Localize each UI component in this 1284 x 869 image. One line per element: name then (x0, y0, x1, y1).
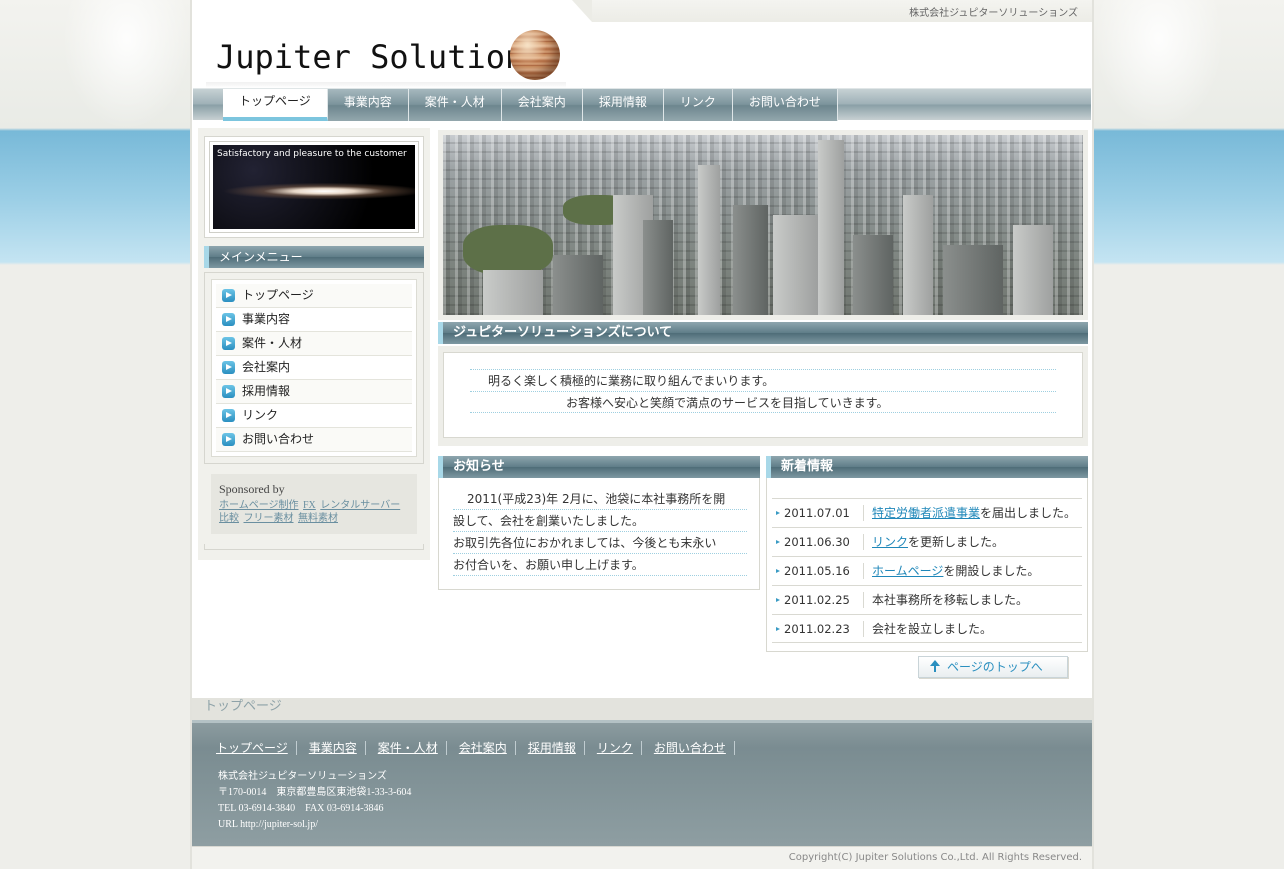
footer-link-contact[interactable]: お問い合わせ (654, 741, 735, 755)
footer-company-info: 株式会社ジュピターソリューションズ 〒170-0014 東京都豊島区東池袋1-3… (218, 769, 411, 833)
news-line: お付合いを、お願い申し上げます。 (453, 554, 747, 576)
whats-new-text: 会社を設立しました。 (872, 622, 993, 636)
left-sidebar: Satisfactory and pleasure to the custome… (198, 128, 430, 560)
main-menu-list: トップページ 事業内容 案件・人材 会社案内 採用情報 リンク お問い合わせ (211, 279, 417, 457)
sponsor-link-free-material[interactable]: 無料素材 (298, 513, 338, 524)
sponsor-links: ホームページ制作 FX レンタルサーバー比較 フリー素材 無料素材 (219, 499, 409, 525)
whats-new-item: 2011.02.23 会社を設立しました。 (772, 614, 1082, 643)
nav-tab-links[interactable]: リンク (663, 89, 733, 121)
footer-url: URL http://jupiter-sol.jp/ (218, 819, 318, 830)
news-line: お取引先各位におかれましては、今後とも末永い (453, 532, 747, 554)
arrow-right-icon (222, 313, 235, 326)
whats-new-item: 2011.06.30 リンクを更新しました。 (772, 527, 1082, 556)
whats-new-date: 2011.07.01 (784, 505, 864, 521)
whats-new-date: 2011.02.23 (784, 621, 864, 637)
main-menu-heading: メインメニュー (204, 246, 424, 268)
whats-new-section: 2011.07.01 特定労働者派遣事業を届出しました。 2011.06.30 … (766, 478, 1088, 652)
nav-tab-business[interactable]: 事業内容 (327, 89, 409, 121)
about-line: お客様へ安心と笑顔で満点のサービスを目指していきます。 (470, 391, 1056, 413)
site-header: 株式会社ジュピターソリューションズ Jupiter Solutions (192, 0, 1092, 88)
whats-new-link[interactable]: リンク (872, 535, 908, 549)
global-nav: トップページ 事業内容 案件・人材 会社案内 採用情報 リンク お問い合わせ (193, 88, 1091, 121)
about-line: 明るく楽しく積極的に業務に取り組んでまいります。 (470, 369, 1056, 391)
news-heading: お知らせ (438, 456, 760, 478)
arrow-right-icon (222, 289, 235, 302)
arrow-right-icon (222, 337, 235, 350)
breadcrumb: トップページ (192, 698, 1092, 720)
footer-nav: トップページ 事業内容 案件・人材 会社案内 採用情報 リンク お問い合わせ (216, 741, 747, 755)
news-line: 設して、会社を創業いたしました。 (453, 510, 747, 532)
whats-new-date: 2011.02.25 (784, 592, 864, 608)
bullet-arrow-icon (776, 540, 780, 544)
banner-caption: Satisfactory and pleasure to the custome… (217, 149, 407, 159)
footer-link-projects[interactable]: 案件・人材 (378, 741, 447, 755)
footer-link-company[interactable]: 会社案内 (459, 741, 516, 755)
nav-tab-contact[interactable]: お問い合わせ (732, 89, 838, 121)
bullet-arrow-icon (776, 569, 780, 573)
copyright: Copyright(C) Jupiter Solutions Co.,Ltd. … (192, 846, 1092, 869)
whats-new-item: 2011.05.16 ホームページを開設しました。 (772, 556, 1082, 585)
header-company-name: 株式会社ジュピターソリューションズ (909, 8, 1078, 19)
menu-item-projects[interactable]: 案件・人材 (216, 332, 412, 356)
footer-tel: TEL 03-6914-3840 FAX 03-6914-3846 (218, 803, 384, 814)
arrow-right-icon (222, 385, 235, 398)
galaxy-banner-image: Satisfactory and pleasure to the custome… (213, 145, 415, 229)
footer-link-business[interactable]: 事業内容 (309, 741, 366, 755)
background-shade-right (1094, 0, 1224, 130)
background-shade-left (62, 0, 192, 130)
sponsor-link-free[interactable]: フリー素材 (244, 513, 294, 524)
bullet-arrow-icon (776, 598, 780, 602)
menu-item-recruit[interactable]: 採用情報 (216, 380, 412, 404)
header-top-bar: 株式会社ジュピターソリューションズ (572, 0, 1092, 22)
whats-new-date: 2011.05.16 (784, 563, 864, 579)
menu-item-contact[interactable]: お問い合わせ (216, 428, 412, 452)
whats-new-link[interactable]: ホームページ (872, 564, 943, 578)
about-section: 明るく楽しく積極的に業務に取り組んでまいります。 お客様へ安心と笑顔で満点のサー… (438, 346, 1088, 446)
footer-link-links[interactable]: リンク (597, 741, 642, 755)
about-heading: ジュピターソリューションズについて (438, 322, 1088, 344)
sponsor-link-homepage[interactable]: ホームページ制作 (219, 500, 299, 511)
whats-new-text: 本社事務所を移転しました。 (872, 593, 1029, 607)
menu-item-top[interactable]: トップページ (216, 284, 412, 308)
menu-item-company[interactable]: 会社案内 (216, 356, 412, 380)
footer-link-top[interactable]: トップページ (216, 741, 297, 755)
news-line: 2011(平成23)年 2月に、池袋に本社事務所を開 (453, 488, 747, 510)
sponsor-title: Sponsored by (219, 482, 285, 496)
arrow-right-icon (222, 433, 235, 446)
sponsor-box: Sponsored by ホームページ制作 FX レンタルサーバー比較 フリー素… (211, 474, 417, 534)
sponsor-link-fx[interactable]: FX (303, 500, 316, 511)
news-section: 2011(平成23)年 2月に、池袋に本社事務所を開 設して、会社を創業いたしま… (438, 478, 760, 590)
site-logo[interactable]: Jupiter Solutions (216, 38, 544, 76)
nav-tab-company[interactable]: 会社案内 (501, 89, 583, 121)
menu-item-business[interactable]: 事業内容 (216, 308, 412, 332)
whats-new-item: 2011.07.01 特定労働者派遣事業を届出しました。 (772, 498, 1082, 527)
whats-new-link[interactable]: 特定労働者派遣事業 (872, 506, 980, 520)
arrow-right-icon (222, 409, 235, 422)
menu-item-links[interactable]: リンク (216, 404, 412, 428)
footer-company-name: 株式会社ジュピターソリューションズ (218, 771, 387, 782)
nav-tab-top[interactable]: トップページ (223, 89, 328, 121)
whats-new-date: 2011.06.30 (784, 534, 864, 550)
bullet-arrow-icon (776, 627, 780, 631)
footer-address: 〒170-0014 東京都豊島区東池袋1-33-3-604 (218, 787, 412, 798)
whats-new-item: 2011.02.25 本社事務所を移転しました。 (772, 585, 1082, 614)
whats-new-heading: 新着情報 (766, 456, 1088, 478)
site-footer: トップページ 事業内容 案件・人材 会社案内 採用情報 リンク お問い合わせ 株… (192, 720, 1092, 846)
global-nav-items: トップページ 事業内容 案件・人材 会社案内 採用情報 リンク お問い合わせ (223, 89, 838, 121)
arrow-right-icon (222, 361, 235, 374)
banner-box: Satisfactory and pleasure to the custome… (204, 136, 424, 238)
jupiter-planet-icon (510, 30, 560, 80)
bullet-arrow-icon (776, 511, 780, 515)
arrow-up-icon (929, 660, 941, 672)
main-menu: トップページ 事業内容 案件・人材 会社案内 採用情報 リンク お問い合わせ (204, 272, 424, 464)
footer-link-recruit[interactable]: 採用情報 (528, 741, 585, 755)
back-to-top-button[interactable]: ページのトップへ (918, 656, 1068, 678)
city-skyline-image (443, 135, 1083, 315)
nav-tab-recruit[interactable]: 採用情報 (582, 89, 664, 121)
page-container: 株式会社ジュピターソリューションズ Jupiter Solutions トップペ… (190, 0, 1094, 869)
nav-tab-projects[interactable]: 案件・人材 (408, 89, 502, 121)
main-photo-box (438, 130, 1088, 320)
